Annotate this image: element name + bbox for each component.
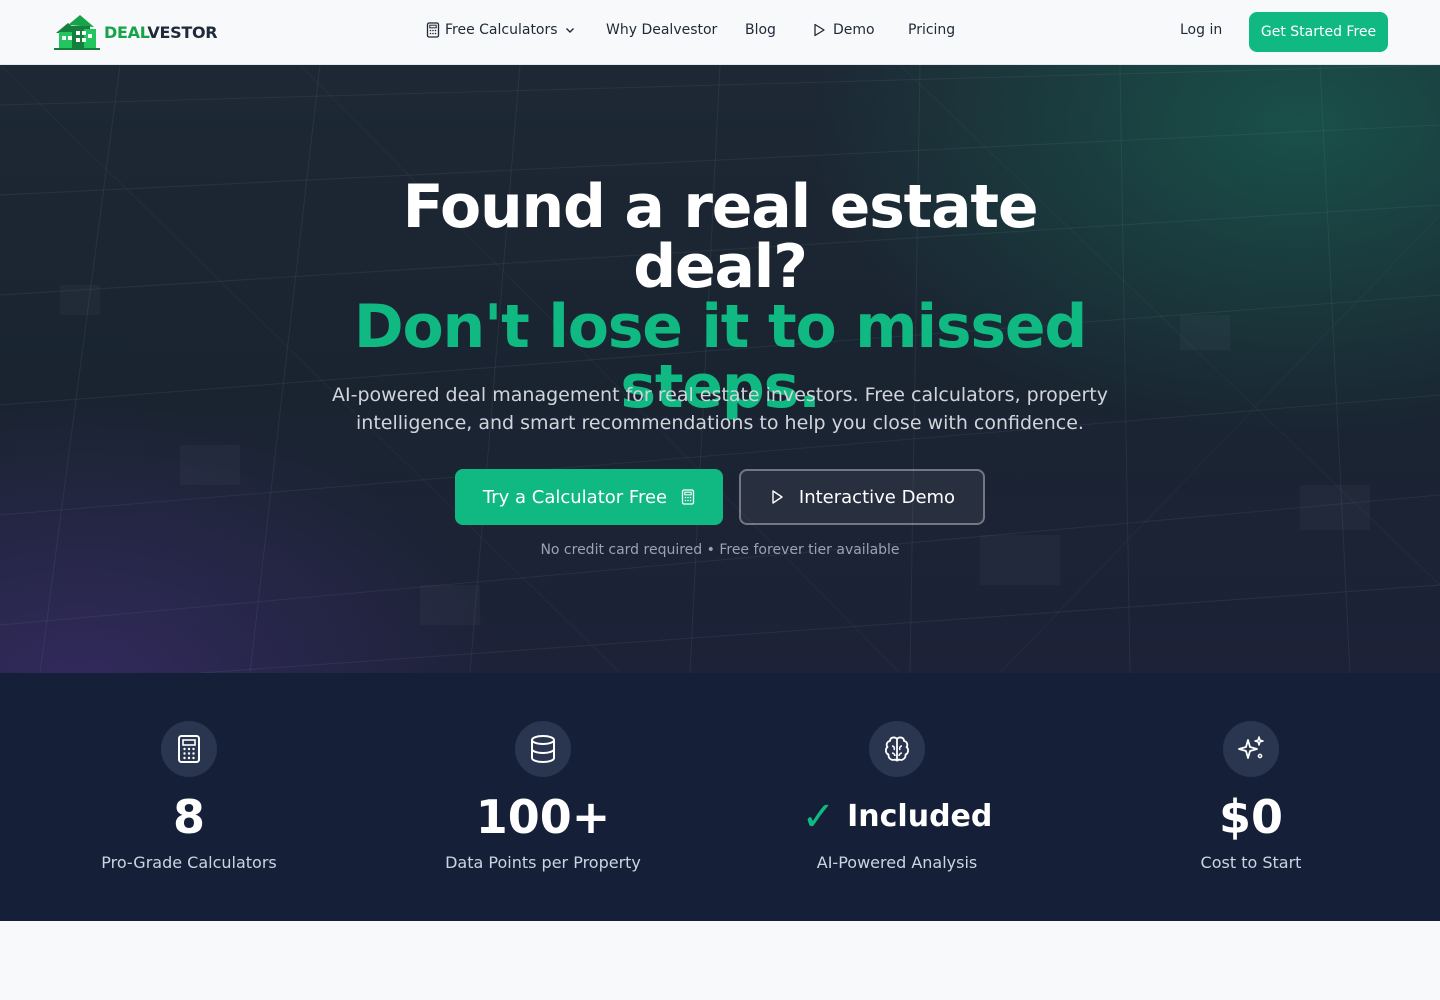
- play-icon: [772, 490, 783, 504]
- stat-ai-analysis: ✓ Included AI-Powered Analysis: [747, 721, 1047, 872]
- nav-free-calculators[interactable]: Free Calculators: [426, 22, 576, 38]
- stat-label: Data Points per Property: [445, 853, 641, 872]
- stat-value: 100+: [475, 790, 611, 844]
- calculator-icon: [681, 489, 695, 505]
- nav-blog[interactable]: Blog: [745, 22, 776, 38]
- stat-label: AI-Powered Analysis: [816, 853, 978, 872]
- stats-section: 8 Pro-Grade Calculators 100+ Data Points…: [0, 673, 1440, 921]
- hero-section: Found a real estate deal? Don't lose it …: [0, 65, 1440, 673]
- stat-calculators: 8 Pro-Grade Calculators: [39, 721, 339, 872]
- stat-label: Cost to Start: [1200, 853, 1302, 872]
- interactive-demo-button[interactable]: Interactive Demo: [739, 469, 985, 525]
- hero-subtitle: AI-powered deal management for real esta…: [331, 384, 1108, 434]
- interactive-demo-label: Interactive Demo: [798, 486, 956, 508]
- top-navbar: DEALVESTOR Free Calculators Why Dealvest…: [0, 0, 1440, 65]
- play-icon: [814, 23, 825, 37]
- calculator-icon: [161, 721, 217, 777]
- house-logo-icon: [54, 15, 100, 50]
- hero-headline-line1: Found a real estate deal?: [402, 172, 1039, 302]
- check-icon: ✓: [801, 794, 836, 840]
- stat-label: Pro-Grade Calculators: [101, 853, 277, 872]
- stat-value: $0: [1218, 790, 1283, 844]
- nav-pricing[interactable]: Pricing: [908, 22, 955, 38]
- nav-free-calculators-label: Free Calculators: [445, 22, 558, 38]
- stat-value: ✓ Included: [747, 791, 1047, 843]
- login-link[interactable]: Log in: [1180, 22, 1222, 38]
- nav-demo[interactable]: Demo: [812, 22, 875, 38]
- dealvestor-logo[interactable]: DEALVESTOR: [54, 12, 218, 52]
- chevron-down-icon: [565, 28, 574, 33]
- hero-note: No credit card required • Free forever t…: [540, 542, 900, 558]
- brain-icon: [869, 721, 925, 777]
- next-section: [0, 921, 1440, 1000]
- try-calculator-button[interactable]: Try a Calculator Free: [455, 469, 723, 525]
- calculator-icon: [426, 22, 440, 38]
- stat-data-points: 100+ Data Points per Property: [393, 721, 693, 872]
- logo-wordmark: DEALVESTOR: [104, 22, 218, 42]
- sparkles-icon: [1223, 721, 1279, 777]
- try-calculator-label: Try a Calculator Free: [482, 486, 668, 508]
- get-started-button[interactable]: Get Started Free: [1249, 12, 1388, 52]
- database-icon: [515, 721, 571, 777]
- nav-why-dealvestor[interactable]: Why Dealvestor: [606, 22, 717, 38]
- stat-cost: $0 Cost to Start: [1101, 721, 1401, 872]
- stat-value: 8: [172, 790, 205, 844]
